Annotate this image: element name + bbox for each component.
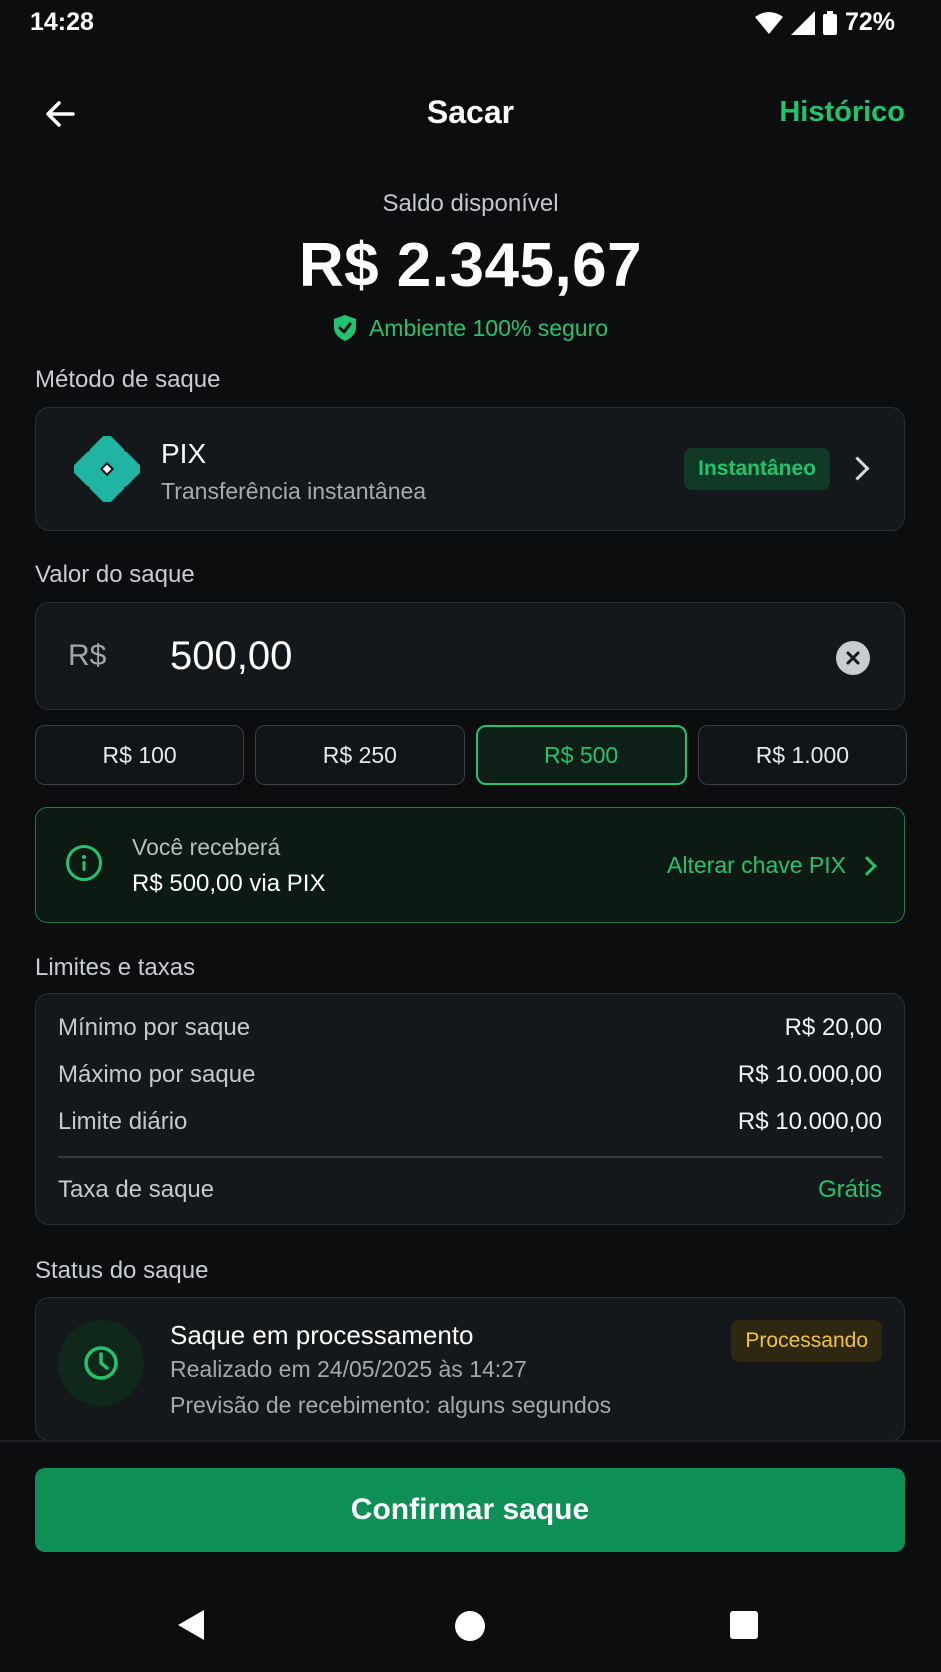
chevron-right-icon [857,855,877,876]
receive-label: Você receberá [132,834,281,860]
limit-value: R$ 20,00 [784,1014,882,1041]
quick-amount-options: R$ 100 R$ 250 R$ 500 R$ 1.000 [35,725,907,785]
quick-amount-250[interactable]: R$ 250 [255,725,465,785]
battery-level: 72% [844,8,895,36]
method-section-label: Método de saque [35,366,221,393]
fee-value: Grátis [817,1176,882,1203]
limits-section-label: Limites e taxas [35,954,196,981]
instant-badge: Instantâneo [684,448,830,490]
method-description: Transferência instantânea [161,478,427,504]
clock-icon [84,1346,118,1380]
quick-amount-500[interactable]: R$ 500 [475,725,687,785]
secure-text: Ambiente 100% seguro [368,314,609,341]
limit-label: Limite diário [58,1108,188,1135]
info-icon [66,845,102,881]
pix-logo-icon [74,436,140,502]
limits-card: Mínimo por saque R$ 20,00 Máximo por saq… [35,993,905,1225]
battery-icon [822,10,837,35]
amount-input[interactable] [168,627,772,685]
chevron-right-icon [845,456,870,481]
quick-amount-100[interactable]: R$ 100 [35,725,245,785]
divider [58,1156,882,1158]
balance-value: R$ 2.345,67 [298,231,643,300]
nav-home-icon[interactable] [455,1611,485,1641]
status-date: Realizado em 24/05/2025 às 14:27 [170,1356,527,1382]
clear-amount-button[interactable] [836,641,870,675]
change-pix-key-link[interactable]: Alterar chave PIX [667,852,877,879]
receive-value: R$ 500,00 via PIX [132,870,326,897]
status-badge: Processando [731,1320,882,1362]
wifi-icon [754,11,783,34]
limit-row: Mínimo por saque R$ 20,00 [58,1014,882,1042]
amount-section-label: Valor do saque [35,561,195,588]
clock-icon-container [58,1320,144,1406]
status-title: Saque em processamento [170,1320,474,1350]
change-pix-key-label: Alterar chave PIX [667,852,846,878]
status-forecast: Previsão de recebimento: alguns segundos [170,1392,612,1418]
limit-value: R$ 10.000,00 [737,1061,882,1088]
status-icons: 72% [754,8,895,37]
limit-value: R$ 10.000,00 [737,1108,882,1135]
limit-row: Limite diário R$ 10.000,00 [58,1108,882,1136]
confirm-withdraw-button[interactable]: Confirmar saque [35,1468,905,1552]
fee-row: Taxa de saque Grátis [58,1176,882,1204]
receive-summary: Você receberá R$ 500,00 via PIX Alterar … [35,807,905,923]
nav-back-icon[interactable] [178,1610,204,1640]
close-icon [846,651,860,665]
balance-label: Saldo disponível [382,190,559,217]
status-section-label: Status do saque [35,1257,209,1284]
quick-amount-1000[interactable]: R$ 1.000 [697,725,907,785]
nav-recents-icon[interactable] [730,1611,758,1639]
bottom-divider [0,1440,941,1442]
signal-icon [790,10,815,35]
currency-prefix: R$ [68,639,107,672]
withdraw-status-card: Saque em processamento Processando Reali… [35,1297,905,1441]
fee-label: Taxa de saque [58,1176,215,1203]
history-link[interactable]: Histórico [779,96,905,129]
limit-label: Mínimo por saque [58,1014,251,1041]
secure-notice: Ambiente 100% seguro [0,314,941,342]
limit-row: Máximo por saque R$ 10.000,00 [58,1061,882,1089]
status-time: 14:28 [30,8,94,36]
method-name: PIX [161,438,207,469]
shield-check-icon [333,315,356,341]
withdraw-method-card[interactable]: PIX Transferência instantânea Instantâne… [35,407,905,531]
amount-field-container: R$ [35,602,905,710]
limit-label: Máximo por saque [58,1061,256,1088]
